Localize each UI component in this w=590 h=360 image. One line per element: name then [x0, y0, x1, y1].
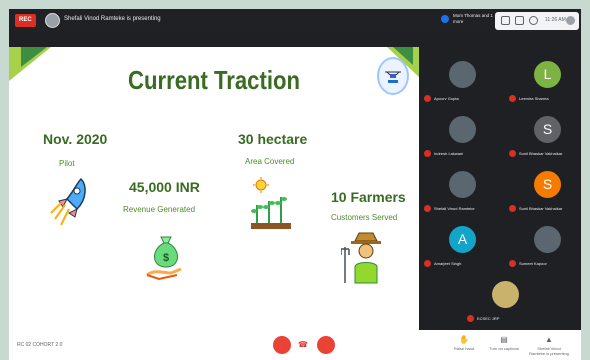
mic-muted-icon: [424, 205, 431, 212]
recording-badge: REC: [15, 14, 36, 27]
participant-avatar: [449, 171, 476, 198]
participants-summary-text: Mom Thomas and 1 more: [453, 13, 493, 24]
participant-name: Sunil Bhaskar Vakhalkar: [519, 206, 563, 211]
participant-tile[interactable]: Shefali Vinod Ramteke: [422, 165, 502, 220]
pilot-date: Nov. 2020: [43, 131, 108, 147]
presenter-avatar: [45, 13, 60, 28]
present-now-button[interactable]: ▲ Shefali Vinod Ramteke is presenting: [529, 335, 569, 356]
mic-muted-icon: [509, 205, 516, 212]
participant-name: ECSEC JRP: [477, 316, 500, 321]
decor-leaf: [21, 47, 47, 67]
revenue-value: 45,000 INR: [129, 179, 200, 195]
participant-name: Sumeet Kapoor: [519, 261, 547, 266]
top-right-controls: 11:26 AM: [495, 12, 579, 30]
participant-tile[interactable]: S Sunil Bhaskar Vakhalkar: [507, 165, 587, 220]
participant-name: Indresh Lakwani: [434, 151, 464, 156]
participant-avatar: L: [534, 61, 561, 88]
people-icon[interactable]: [515, 16, 524, 25]
participant-avatar: A: [449, 226, 476, 253]
captions-icon: ▤: [500, 335, 508, 344]
mic-muted-icon: [467, 315, 474, 322]
participant-avatar: S: [534, 171, 561, 198]
participant-name: Sunil Bhaskar Vakhalkar: [519, 151, 563, 156]
participant-tile[interactable]: ECSEC JRP: [465, 275, 545, 330]
participant-name: Shefali Vinod Ramteke: [434, 206, 475, 211]
info-icon[interactable]: [501, 16, 510, 25]
participant-name: Amarjeet Singh: [434, 261, 462, 266]
top-bar: REC Shefali Vinod Ramteke is presenting …: [9, 9, 581, 33]
raise-hand-button[interactable]: ✋ Raise hand: [444, 335, 484, 351]
money-bag-icon: $: [146, 236, 182, 281]
camera-off-button[interactable]: [317, 336, 335, 354]
participant-avatar: S: [534, 116, 561, 143]
mic-muted-icon: [424, 260, 431, 267]
farmers-value: 10 Farmers: [331, 189, 406, 205]
chat-icon[interactable]: [529, 16, 538, 25]
participant-tile[interactable]: S Sunil Bhaskar Vakhalkar: [507, 110, 587, 165]
mic-muted-icon: [509, 150, 516, 157]
area-value: 30 hectare: [238, 131, 308, 147]
participant-avatar: [449, 61, 476, 88]
hand-icon: ✋: [459, 335, 469, 344]
mic-off-button[interactable]: [273, 336, 291, 354]
svg-text:$: $: [163, 252, 169, 264]
bottom-bar: RC 02 COHORT 2.0 ☎ ✋ Raise hand ▤ Turn on …: [9, 330, 581, 360]
participant-tile[interactable]: Indresh Lakwani: [422, 110, 502, 165]
present-icon: ▲: [545, 335, 553, 344]
participants-summary[interactable]: Mom Thomas and 1 more: [441, 13, 493, 29]
area-label: Area Covered: [245, 157, 295, 166]
hangup-icon[interactable]: ☎: [296, 341, 310, 349]
clock: 11:26 AM: [545, 17, 566, 23]
participant-tile[interactable]: Sumeet Kapoor: [507, 220, 587, 275]
account-avatar[interactable]: [566, 16, 575, 25]
rocket-icon: [50, 177, 86, 226]
mic-muted-icon: [424, 150, 431, 157]
participant-name: Apoorv Gupta: [434, 96, 459, 101]
sun-plants-icon: [251, 177, 291, 229]
participant-tile[interactable]: Apoorv Gupta: [422, 55, 502, 110]
slide-title: Current Traction: [128, 65, 300, 95]
pilot-label: Pilot: [59, 159, 75, 168]
user-dot-icon: [441, 15, 449, 23]
participant-avatar: [534, 226, 561, 253]
participant-tile[interactable]: L Leemira Sharma: [507, 55, 587, 110]
participant-tile[interactable]: A Amarjeet Singh: [422, 220, 502, 275]
participant-avatar: [449, 116, 476, 143]
participant-avatar: [492, 281, 519, 308]
farmers-label: Customers Served: [331, 213, 398, 222]
meeting-name[interactable]: RC 02 COHORT 2.0: [17, 342, 62, 348]
revenue-label: Revenue Generated: [123, 205, 196, 214]
mic-muted-icon: [424, 95, 431, 102]
farmer-icon: [341, 232, 381, 284]
mic-muted-icon: [509, 95, 516, 102]
mic-muted-icon: [509, 260, 516, 267]
presentation-slide: Current Traction Nov. 2020 Pilot 30 hect…: [9, 47, 419, 330]
presenting-status: Shefali Vinod Ramteke is presenting: [64, 16, 161, 22]
participant-name: Leemira Sharma: [519, 96, 549, 101]
captions-button[interactable]: ▤ Turn on captions: [484, 335, 524, 351]
